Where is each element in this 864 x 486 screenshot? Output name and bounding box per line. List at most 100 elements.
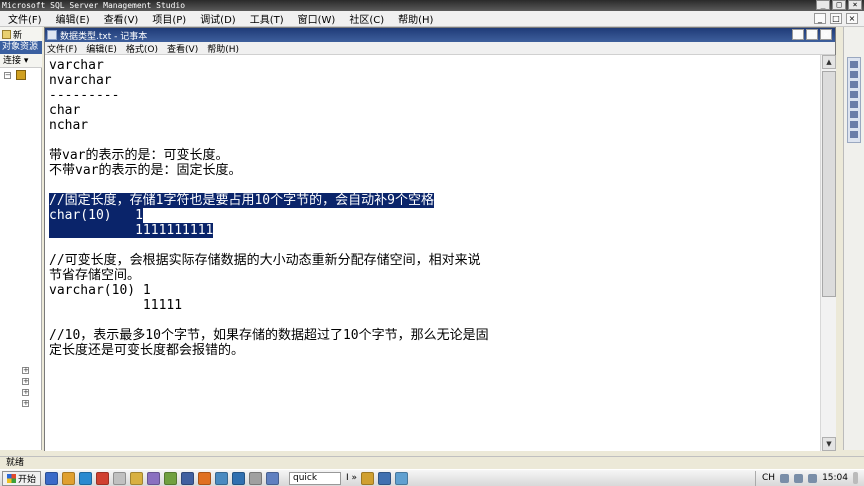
show-desktop-icon[interactable] xyxy=(45,471,59,485)
close-icon[interactable]: × xyxy=(848,0,862,10)
input-language[interactable]: CH xyxy=(762,473,775,483)
selected-text[interactable]: char(10) 1 xyxy=(49,208,143,223)
menu-file[interactable]: 文件(F) xyxy=(8,11,42,26)
text-line: 节省存储空间。 xyxy=(49,268,140,283)
text-line-content: varchar(10) 1 xyxy=(49,283,151,298)
scrollbar-thumb[interactable] xyxy=(822,71,836,297)
notepad-text-area[interactable]: varchar nvarchar --------- char nchar 带v… xyxy=(45,55,820,451)
app-icon[interactable] xyxy=(249,471,263,485)
np-menu-view[interactable]: 查看(V) xyxy=(167,42,198,55)
app-icon[interactable] xyxy=(215,471,229,485)
explorer-icon[interactable] xyxy=(62,471,76,485)
text-line-selected: //固定长度，存储1字符也是要占用10个字节的，会自动补9个空格 xyxy=(49,193,434,208)
menu-edit[interactable]: 编辑(E) xyxy=(56,11,90,26)
notepad-title: 数据类型.txt - 记事本 xyxy=(60,31,148,42)
text-line: char xyxy=(49,103,80,118)
app-icon[interactable] xyxy=(378,471,392,485)
menu-community[interactable]: 社区(C) xyxy=(349,11,384,26)
dock-glyph-icon xyxy=(850,131,858,138)
text-line: 11111 xyxy=(49,298,182,313)
text-line-content: nchar xyxy=(49,118,89,133)
tray-icon[interactable] xyxy=(780,473,790,483)
text-line-content: varchar xyxy=(49,58,104,73)
new-query-icon[interactable] xyxy=(2,29,11,39)
text-line-content: --------- xyxy=(49,88,120,103)
text-line: nchar xyxy=(49,118,88,133)
app-icon[interactable] xyxy=(266,471,280,485)
status-bar: 就绪 xyxy=(0,456,864,469)
text-line-content: char xyxy=(49,103,81,118)
maximize-icon[interactable]: □ xyxy=(832,0,846,10)
text-line: 定长度还是可变长度都会报错的。 xyxy=(49,343,244,358)
quick-launch-input[interactable]: quick xyxy=(289,471,342,485)
tree-expand-icon[interactable]: − xyxy=(4,72,11,79)
new-query-button[interactable]: 新 xyxy=(13,28,22,41)
clock[interactable]: 15:04 xyxy=(822,473,848,483)
menu-tools[interactable]: 工具(T) xyxy=(250,11,284,26)
np-menu-edit[interactable]: 编辑(E) xyxy=(86,42,117,55)
minimize-icon[interactable]: _ xyxy=(816,0,830,10)
folder-icon[interactable] xyxy=(130,471,144,485)
notepad-title-bar: 数据类型.txt - 记事本 _ □ × xyxy=(45,28,835,42)
show-desktop-icon[interactable] xyxy=(853,472,858,484)
object-explorer-tree[interactable]: − + + + + xyxy=(0,68,42,450)
connect-button[interactable]: 连接 xyxy=(3,56,21,66)
powerpoint-icon[interactable] xyxy=(198,471,212,485)
connect-bar: 连接 ▾ xyxy=(0,54,42,68)
text-line: varchar xyxy=(49,58,104,73)
dock-glyph-icon xyxy=(850,81,858,88)
server-icon[interactable] xyxy=(16,70,26,80)
mdi-restore-icon[interactable]: □ xyxy=(830,13,842,24)
tree-expand-icon[interactable]: + xyxy=(22,389,29,396)
object-explorer-tab[interactable]: 对象资源 xyxy=(0,41,42,54)
right-dock xyxy=(843,27,864,450)
dock-glyph-icon xyxy=(850,101,858,108)
minimize-icon[interactable]: _ xyxy=(792,29,804,40)
app-icon[interactable] xyxy=(164,471,178,485)
tree-expand-icon[interactable]: + xyxy=(22,367,29,374)
start-button[interactable]: 开始 xyxy=(2,470,42,486)
np-menu-format[interactable]: 格式(O) xyxy=(126,42,158,55)
vertical-scrollbar[interactable]: ▲ ▼ xyxy=(820,55,836,451)
text-line: 不带var的表示的是：固定长度。 xyxy=(49,163,241,178)
new-query-toolbar: 新 xyxy=(0,27,42,41)
tree-expand-icon[interactable]: + xyxy=(22,378,29,385)
volume-icon[interactable] xyxy=(808,473,818,483)
menu-debug[interactable]: 调试(D) xyxy=(200,11,236,26)
app-icon[interactable] xyxy=(147,471,161,485)
mdi-minimize-icon[interactable]: _ xyxy=(814,13,826,24)
np-menu-help[interactable]: 帮助(H) xyxy=(207,42,239,55)
ie-icon[interactable] xyxy=(79,471,93,485)
menu-help[interactable]: 帮助(H) xyxy=(398,11,433,26)
scroll-up-icon[interactable]: ▲ xyxy=(822,55,836,69)
tree-expand-icon[interactable]: + xyxy=(22,400,29,407)
np-menu-file[interactable]: 文件(F) xyxy=(47,42,77,55)
connect-dropdown-icon[interactable]: ▾ xyxy=(21,56,29,66)
ssms-title: Microsoft SQL Server Management Studio xyxy=(2,1,186,10)
dock-glyph-icon xyxy=(850,111,858,118)
menu-project[interactable]: 项目(P) xyxy=(152,11,186,26)
quick-launch-extra[interactable]: I » xyxy=(346,473,357,483)
notepad-icon xyxy=(47,30,57,40)
taskbar: 开始 quick I » CH 15:04 xyxy=(0,469,864,486)
browser-icon[interactable] xyxy=(96,471,110,485)
app-icon[interactable] xyxy=(113,471,127,485)
network-icon[interactable] xyxy=(794,473,804,483)
app-icon[interactable] xyxy=(232,471,246,485)
text-line-selected: char(10) 1 xyxy=(49,208,143,223)
app-icon[interactable] xyxy=(361,471,375,485)
app-icon[interactable] xyxy=(395,471,409,485)
menu-view[interactable]: 查看(V) xyxy=(104,11,139,26)
selected-text[interactable]: //固定长度，存储1字符也是要占用10个字节的，会自动补9个空格 xyxy=(49,193,434,208)
app-icon[interactable] xyxy=(181,471,195,485)
selected-text[interactable]: 1111111111 xyxy=(49,223,214,238)
properties-dock-tab[interactable] xyxy=(847,57,861,143)
maximize-icon[interactable]: □ xyxy=(806,29,818,40)
dock-glyph-icon xyxy=(850,61,858,68)
text-line-content: 带var的表示的是：可变长度。 xyxy=(49,148,229,163)
text-line: //可变长度，会根据实际存储数据的大小动态重新分配存储空间，相对来说 xyxy=(49,253,481,268)
mdi-close-icon[interactable]: × xyxy=(846,13,858,24)
close-icon[interactable]: × xyxy=(820,29,832,40)
menu-window[interactable]: 窗口(W) xyxy=(298,11,336,26)
scroll-down-icon[interactable]: ▼ xyxy=(822,437,836,451)
